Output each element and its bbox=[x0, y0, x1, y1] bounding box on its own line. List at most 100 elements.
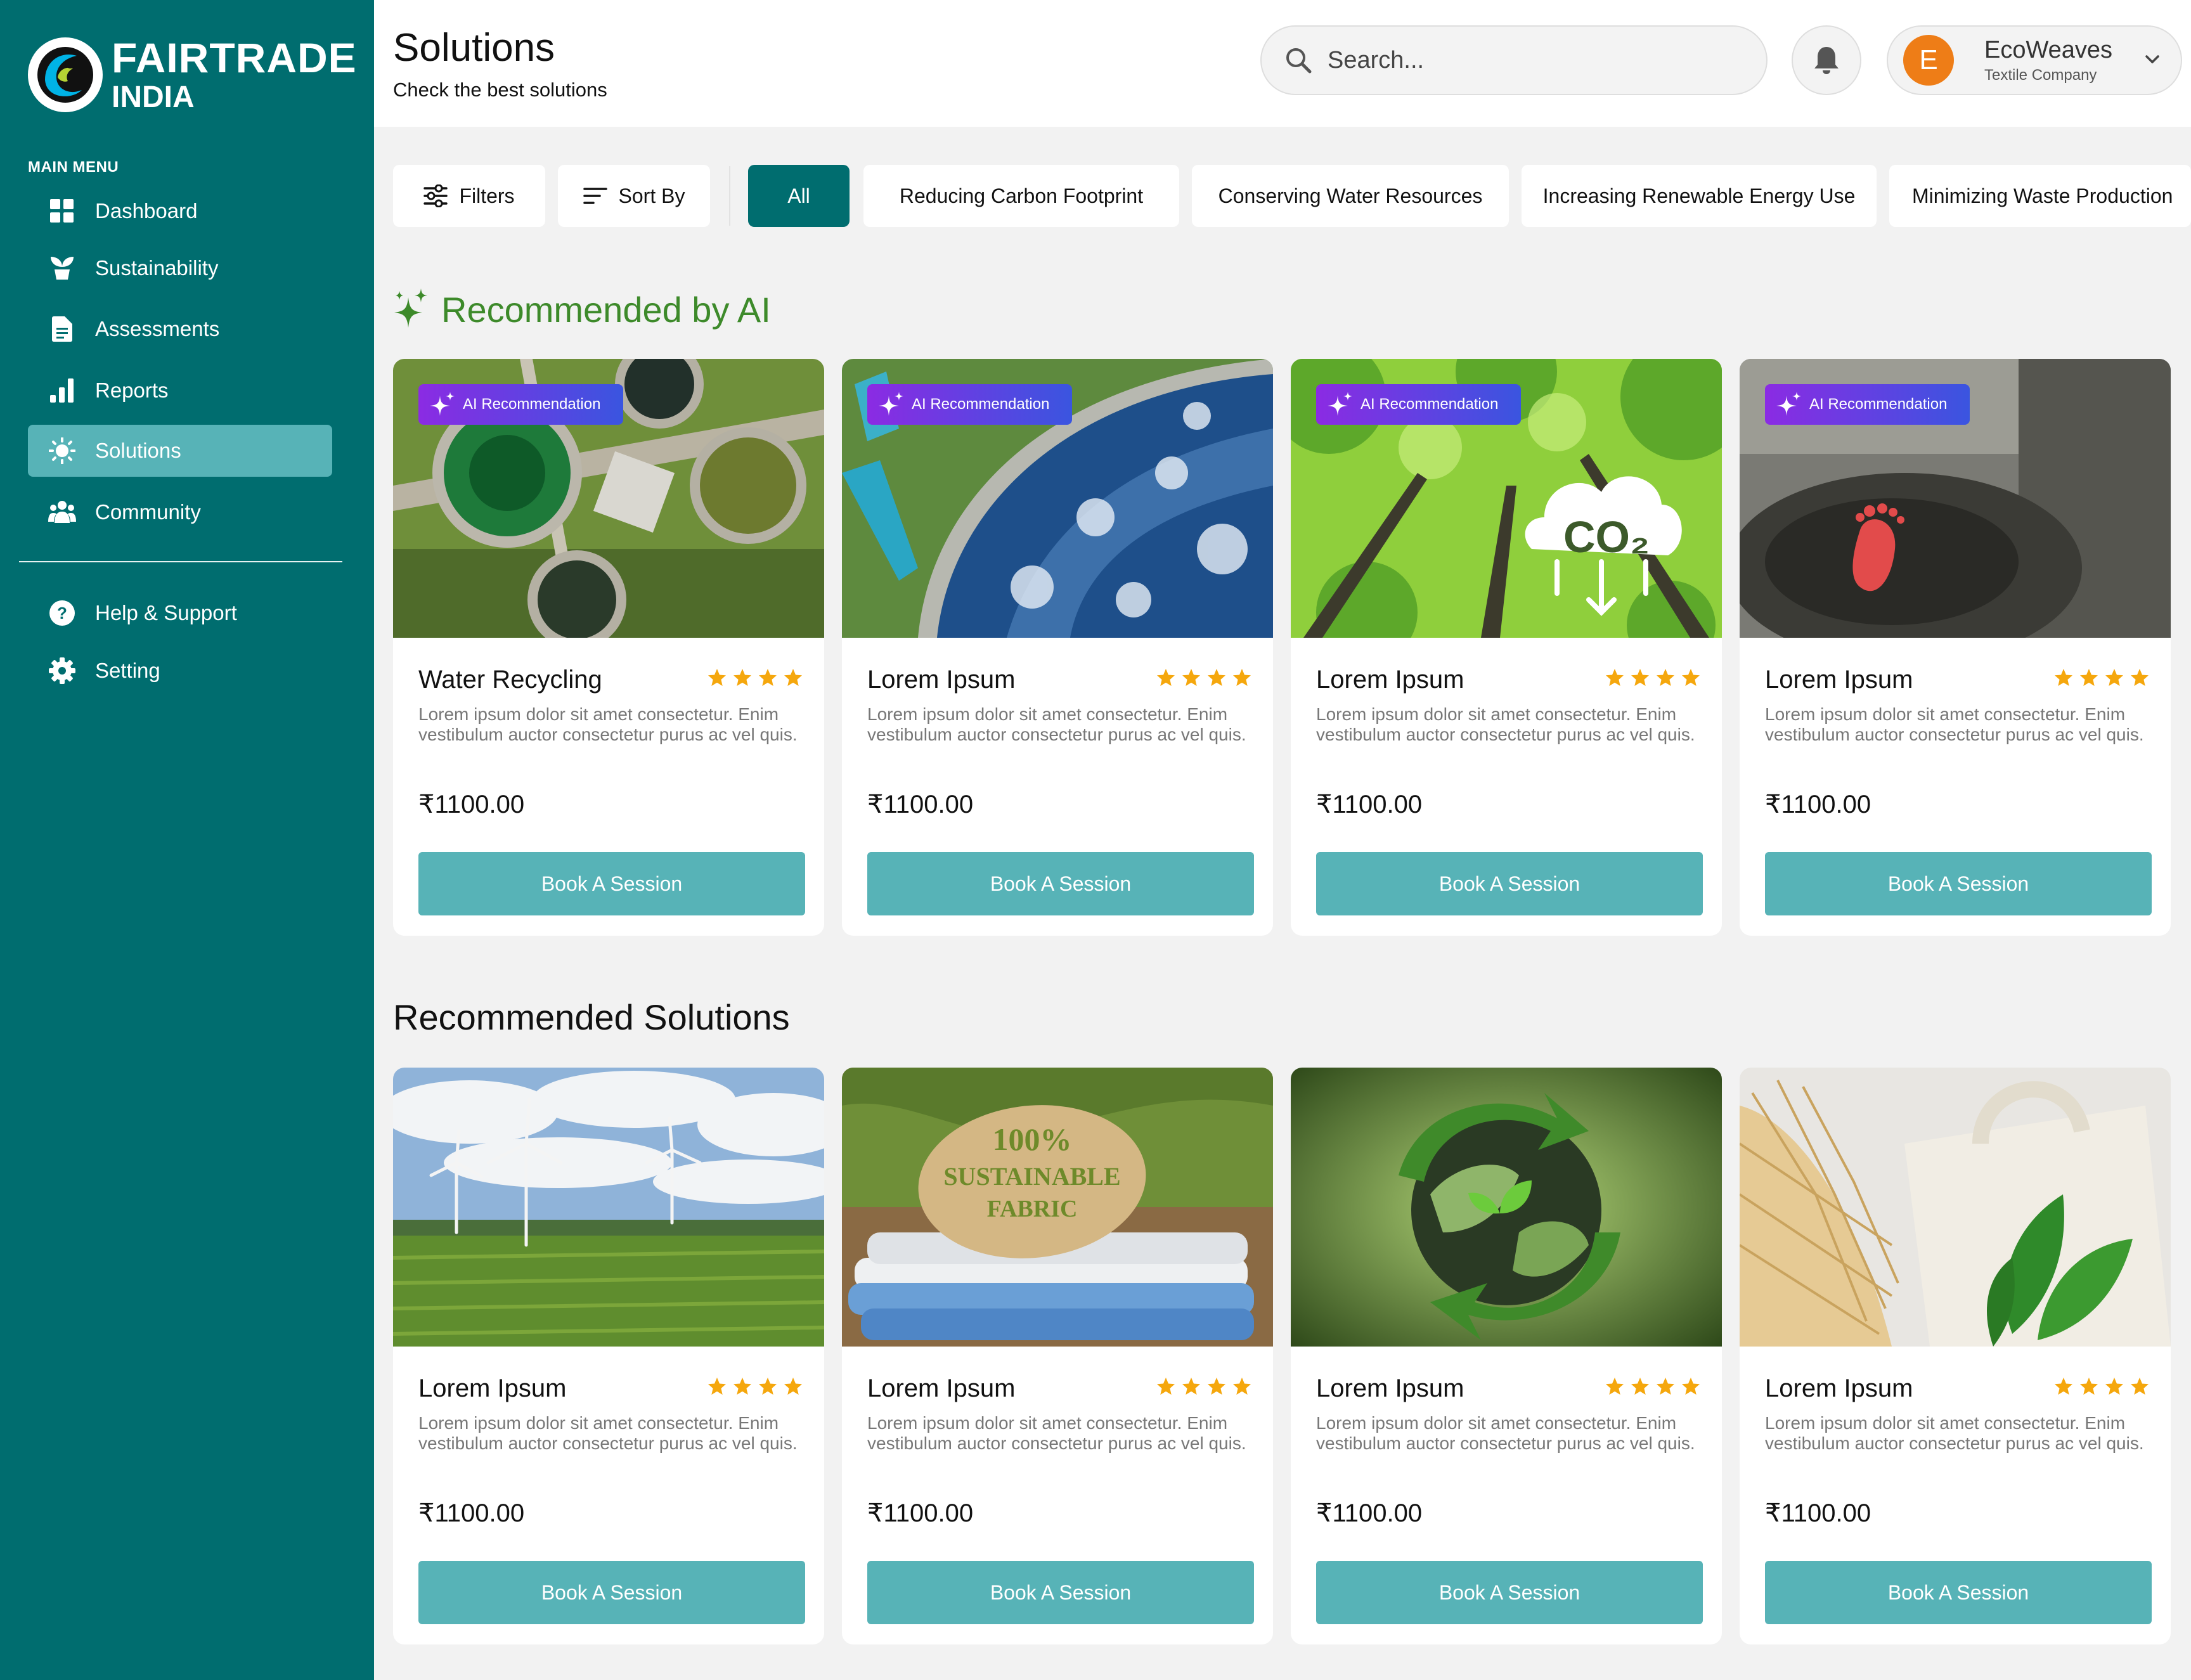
star-icon bbox=[1157, 669, 1175, 686]
book-session-button[interactable]: Book A Session bbox=[867, 1561, 1254, 1624]
sidebar-item-dashboard[interactable]: Dashboard bbox=[28, 185, 332, 237]
rating-stars bbox=[1605, 668, 1700, 687]
tag-text-line2: SUSTAINABLE bbox=[943, 1162, 1120, 1191]
solution-card: 100% SUSTAINABLE FABRIC Lorem Ipsum Lore… bbox=[842, 1068, 1273, 1644]
sidebar-item-setting[interactable]: Setting bbox=[28, 645, 332, 697]
card-title: Lorem Ipsum bbox=[1765, 1374, 1913, 1402]
card-title: Lorem Ipsum bbox=[867, 666, 1016, 694]
book-session-button[interactable]: Book A Session bbox=[1765, 852, 2152, 915]
star-icon bbox=[2105, 669, 2123, 686]
sidebar-item-reports[interactable]: Reports bbox=[28, 365, 332, 417]
star-icon bbox=[1657, 669, 1674, 686]
sidebar-item-label: Solutions bbox=[95, 439, 181, 462]
star-icon bbox=[1631, 1378, 1649, 1395]
ai-solution-card: AI Recommendation Lorem Ipsum Lorem ipsu… bbox=[842, 359, 1273, 936]
sidebar-divider bbox=[19, 561, 342, 562]
book-session-button[interactable]: Book A Session bbox=[418, 852, 805, 915]
sidebar-item-help-support[interactable]: ? Help & Support bbox=[28, 587, 332, 639]
sort-by-label: Sort By bbox=[618, 184, 685, 207]
star-icon bbox=[2080, 669, 2098, 686]
sparkle-icon bbox=[1328, 392, 1353, 417]
notifications-button[interactable] bbox=[1792, 25, 1861, 95]
bell-icon bbox=[1813, 46, 1840, 75]
sidebar-item-assessments[interactable]: Assessments bbox=[28, 303, 332, 355]
sun-icon bbox=[48, 437, 76, 465]
card-price: ₹1100.00 bbox=[418, 1499, 525, 1527]
tag-text-line1: 100% bbox=[993, 1121, 1072, 1157]
star-icon bbox=[1606, 669, 1624, 686]
star-icon bbox=[1233, 669, 1251, 686]
filter-chip-all[interactable]: All bbox=[748, 165, 850, 227]
card-title: Lorem Ipsum bbox=[418, 1374, 567, 1402]
star-icon bbox=[2080, 1378, 2098, 1395]
filter-chip-minimizing-waste-production[interactable]: Minimizing Waste Production bbox=[1889, 165, 2191, 227]
sparkle-icon bbox=[1776, 392, 1802, 417]
star-icon bbox=[734, 669, 751, 686]
book-session-button[interactable]: Book A Session bbox=[1316, 852, 1703, 915]
brand-logo[interactable]: FAIRTRADE INDIA bbox=[28, 37, 357, 113]
star-icon bbox=[708, 669, 726, 686]
filter-chip-reducing-carbon-footprint[interactable]: Reducing Carbon Footprint bbox=[863, 165, 1179, 227]
book-session-button[interactable]: Book A Session bbox=[1316, 1561, 1703, 1624]
card-title: Lorem Ipsum bbox=[1765, 666, 1913, 694]
ai-recommendation-badge: AI Recommendation bbox=[1765, 384, 1970, 425]
book-session-button[interactable]: Book A Session bbox=[867, 852, 1254, 915]
ai-section-title-text: Recommended by AI bbox=[441, 289, 771, 330]
star-icon bbox=[1657, 1378, 1674, 1395]
filter-chip-increasing-renewable-energy-use[interactable]: Increasing Renewable Energy Use bbox=[1522, 165, 1877, 227]
rating-stars bbox=[2054, 668, 2149, 687]
search-bar[interactable] bbox=[1260, 25, 1768, 95]
page-subtitle: Check the best solutions bbox=[393, 79, 607, 101]
sidebar-item-sustainability[interactable]: Sustainability bbox=[28, 242, 332, 294]
sort-by-button[interactable]: Sort By bbox=[558, 165, 710, 227]
badge-label: AI Recommendation bbox=[912, 396, 1050, 413]
user-name: EcoWeaves bbox=[1984, 36, 2113, 63]
book-session-button[interactable]: Book A Session bbox=[418, 1561, 805, 1624]
sidebar-item-community[interactable]: Community bbox=[28, 486, 332, 538]
recycle-globe-image bbox=[1291, 1068, 1722, 1347]
card-description: Lorem ipsum dolor sit amet consectetur. … bbox=[1765, 1413, 2144, 1453]
sidebar: FAIRTRADE INDIA MAIN MENU Dashboard Sust… bbox=[0, 0, 374, 1680]
badge-label: AI Recommendation bbox=[1360, 396, 1499, 413]
rating-stars bbox=[1156, 668, 1251, 687]
search-input[interactable] bbox=[1328, 46, 1733, 74]
rating-stars bbox=[1605, 1377, 1700, 1396]
star-icon bbox=[1208, 669, 1225, 686]
star-icon bbox=[759, 1378, 777, 1395]
star-icon bbox=[2055, 669, 2072, 686]
card-price: ₹1100.00 bbox=[1316, 1499, 1423, 1527]
search-icon bbox=[1284, 46, 1312, 74]
card-price: ₹1100.00 bbox=[867, 791, 974, 818]
star-icon bbox=[784, 1378, 802, 1395]
sidebar-item-label: Setting bbox=[95, 659, 160, 682]
rating-stars bbox=[708, 1377, 803, 1396]
user-profile-menu[interactable]: E EcoWeaves Textile Company bbox=[1887, 25, 2182, 95]
card-title: Lorem Ipsum bbox=[1316, 666, 1464, 694]
ai-recommendation-badge: AI Recommendation bbox=[1316, 384, 1522, 425]
filters-button[interactable]: Filters bbox=[393, 165, 545, 227]
gear-icon bbox=[48, 657, 76, 685]
filter-chip-conserving-water-resources[interactable]: Conserving Water Resources bbox=[1192, 165, 1509, 227]
card-description: Lorem ipsum dolor sit amet consectetur. … bbox=[867, 704, 1246, 744]
bar-chart-icon bbox=[48, 377, 76, 404]
people-icon bbox=[48, 498, 76, 526]
filters-label: Filters bbox=[459, 184, 515, 207]
plant-icon bbox=[48, 254, 76, 282]
ai-solution-card: CO₂ AI Recommendation Lorem Ipsum Lorem … bbox=[1291, 359, 1722, 936]
solution-card: Lorem Ipsum Lorem ipsum dolor sit amet c… bbox=[1740, 1068, 2171, 1644]
star-icon bbox=[2055, 1378, 2072, 1395]
card-description: Lorem ipsum dolor sit amet consectetur. … bbox=[418, 1413, 798, 1453]
sidebar-item-solutions[interactable]: Solutions bbox=[28, 425, 332, 477]
sliders-icon bbox=[423, 184, 448, 207]
star-icon bbox=[2131, 1378, 2149, 1395]
sparkle-icon bbox=[879, 392, 904, 417]
co2-text: CO₂ bbox=[1563, 512, 1650, 562]
card-description: Lorem ipsum dolor sit amet consectetur. … bbox=[418, 704, 798, 744]
recommended-solutions-title: Recommended Solutions bbox=[393, 997, 790, 1037]
card-title: Water Recycling bbox=[418, 666, 602, 694]
sort-icon bbox=[583, 186, 607, 205]
star-icon bbox=[1606, 1378, 1624, 1395]
svg-text:?: ? bbox=[57, 604, 67, 623]
card-title: Lorem Ipsum bbox=[867, 1374, 1016, 1402]
book-session-button[interactable]: Book A Session bbox=[1765, 1561, 2152, 1624]
